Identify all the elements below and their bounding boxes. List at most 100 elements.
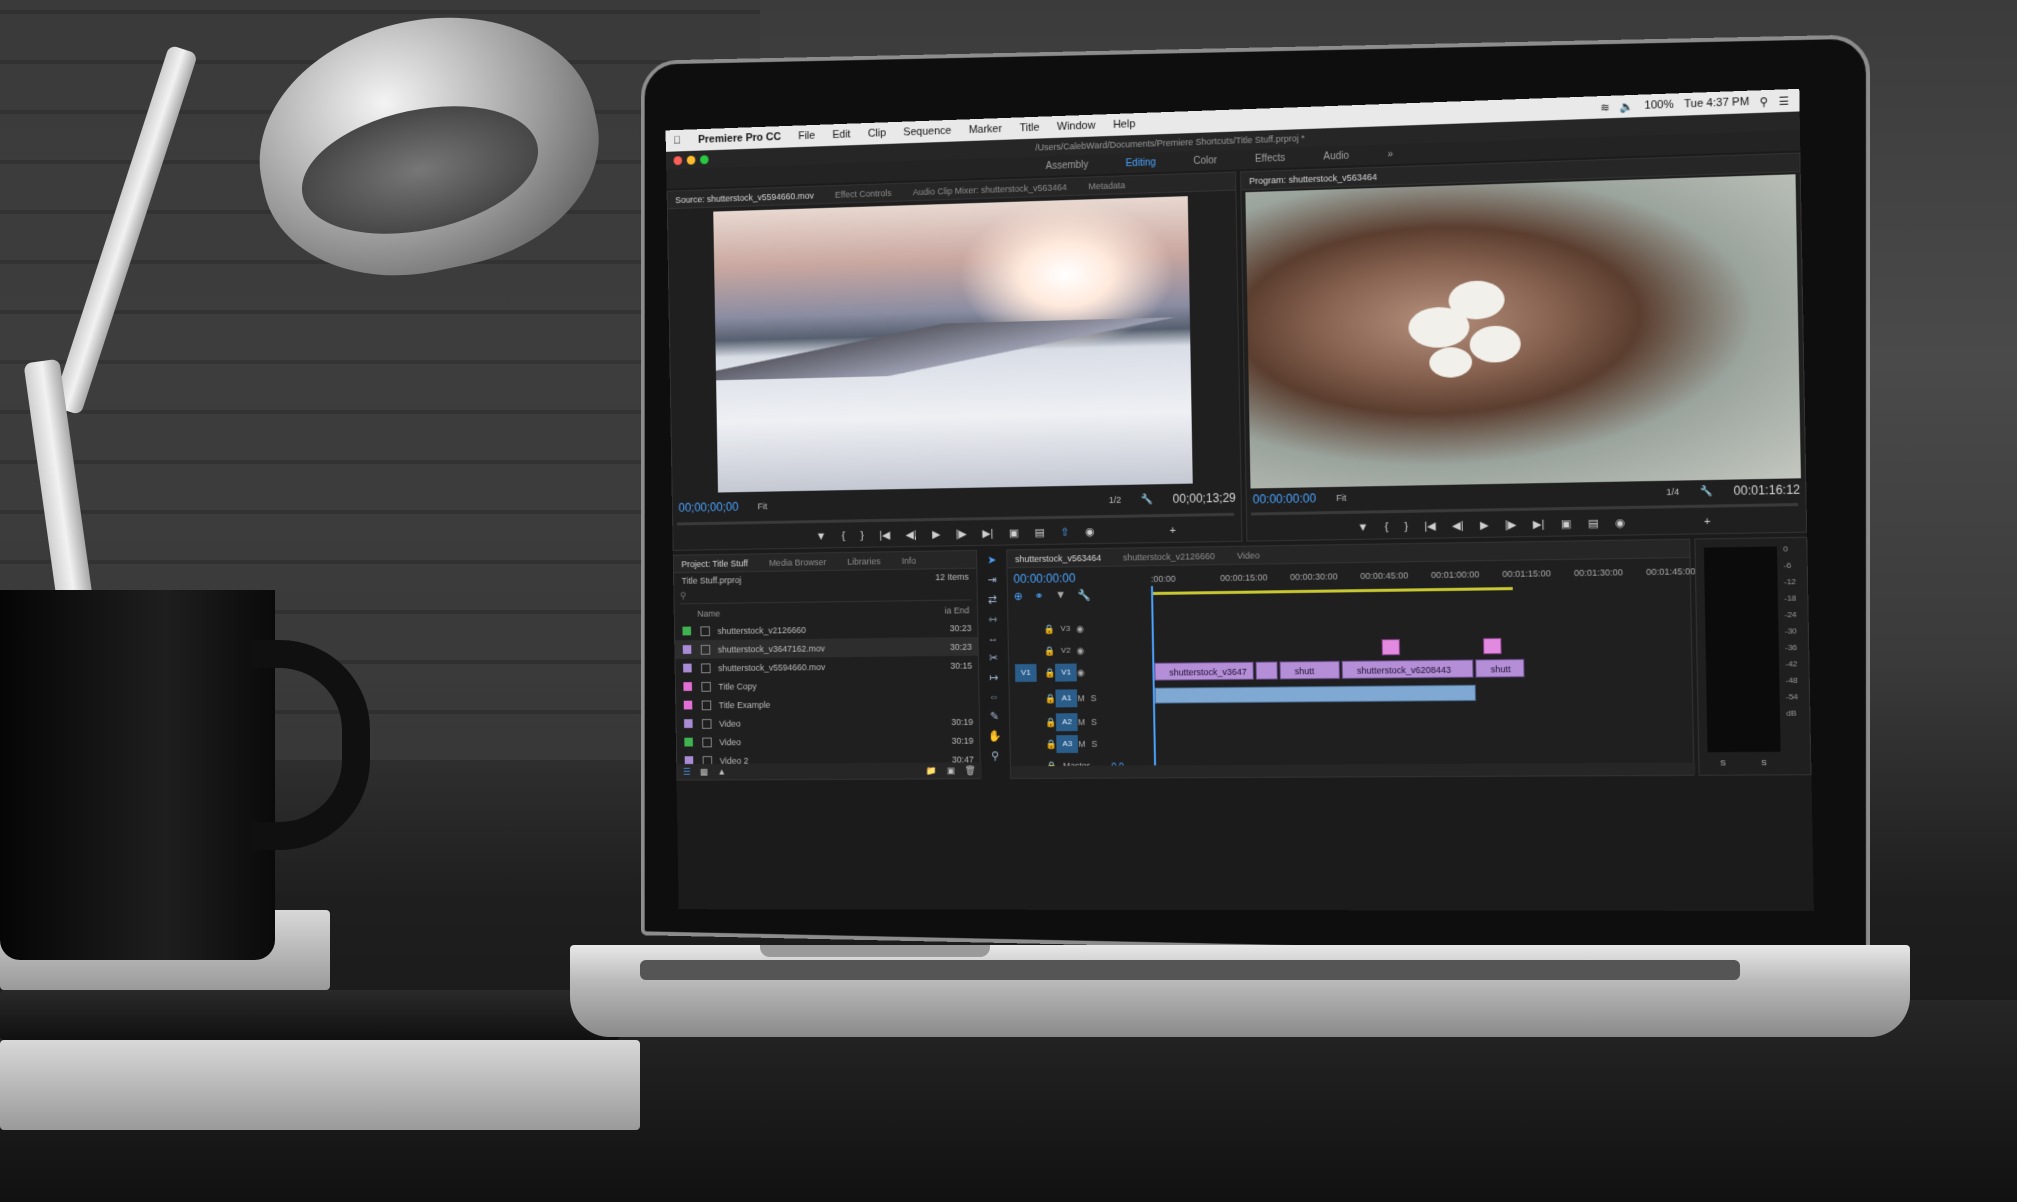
program-timecode[interactable]: 00:00:00:00: [1253, 491, 1317, 506]
program-marker-icon[interactable]: ▼: [1357, 521, 1368, 533]
source-patch-v1[interactable]: V1: [1014, 663, 1037, 682]
program-wrench-icon[interactable]: 🔧: [1700, 486, 1713, 497]
column-name[interactable]: Name: [697, 609, 720, 619]
menu-edit[interactable]: Edit: [832, 129, 850, 141]
eye-icon[interactable]: ◉: [1076, 645, 1084, 656]
eye-icon[interactable]: ◉: [1077, 667, 1085, 678]
volume-icon[interactable]: 🔈: [1620, 99, 1634, 114]
play-icon[interactable]: ▶: [932, 528, 940, 541]
video-clip-5[interactable]: shutt: [1475, 658, 1525, 678]
program-mark-in-icon[interactable]: {: [1384, 521, 1388, 533]
track-label-v2[interactable]: V2: [1055, 642, 1077, 660]
tab-sequence-1[interactable]: shutterstock_v563464: [1015, 552, 1101, 563]
program-mark-out-icon[interactable]: }: [1404, 520, 1408, 532]
app-name[interactable]: Premiere Pro CC: [698, 131, 781, 146]
program-step-forward-icon[interactable]: |▶: [1505, 518, 1517, 531]
camera-icon[interactable]: ◉: [1085, 525, 1095, 538]
tab-sequence-2[interactable]: shutterstock_v2126660: [1123, 551, 1215, 562]
workspace-assembly[interactable]: Assembly: [1046, 159, 1089, 171]
new-bin-icon[interactable]: 📁: [926, 765, 937, 776]
lift-icon[interactable]: ▣: [1561, 517, 1572, 530]
timeline-settings-icon[interactable]: 🔧: [1078, 589, 1092, 602]
video-clip-2[interactable]: [1255, 661, 1278, 680]
column-end[interactable]: ia End: [944, 605, 969, 615]
program-go-to-out-icon[interactable]: ▶|: [1533, 518, 1545, 531]
rolling-edit-icon[interactable]: ⇿: [988, 613, 997, 626]
program-go-to-in-icon[interactable]: |◀: [1424, 519, 1436, 532]
program-step-back-icon[interactable]: ◀|: [1452, 519, 1464, 532]
eye-icon[interactable]: ◉: [1076, 623, 1084, 634]
extract-icon[interactable]: ▤: [1588, 517, 1599, 530]
program-camera-icon[interactable]: ◉: [1615, 516, 1625, 529]
video-clip-1[interactable]: shutterstock_v3647: [1154, 661, 1254, 681]
project-item[interactable]: Video 30:19: [677, 731, 980, 752]
track-label-a3[interactable]: A3: [1056, 735, 1079, 754]
project-item[interactable]: Title Example: [676, 693, 979, 714]
insert-icon[interactable]: ▣: [1009, 526, 1019, 539]
video-clip-4[interactable]: shutterstock_v6208443: [1341, 659, 1474, 679]
menu-help[interactable]: Help: [1113, 118, 1135, 131]
project-item[interactable]: Video 30:19: [676, 712, 979, 733]
workspace-effects[interactable]: Effects: [1255, 152, 1286, 164]
title-clip-1[interactable]: [1381, 639, 1401, 656]
menu-window[interactable]: Window: [1057, 120, 1096, 133]
selection-tool-icon[interactable]: ➤: [987, 554, 996, 567]
slip-icon[interactable]: ↦: [989, 671, 998, 684]
wifi-icon[interactable]: ≋: [1600, 100, 1610, 114]
tab-program[interactable]: Program: shutterstock_v563464: [1249, 171, 1377, 185]
program-resolution-select[interactable]: 1/4: [1666, 487, 1679, 497]
video-clip-3[interactable]: shutt: [1279, 660, 1340, 680]
icon-view-icon[interactable]: ▩: [700, 766, 708, 777]
source-fit-select[interactable]: Fit: [757, 501, 767, 511]
meter-solo-right[interactable]: S: [1761, 758, 1767, 767]
audio-clip-a1[interactable]: [1154, 684, 1476, 704]
tab-media-browser[interactable]: Media Browser: [769, 557, 826, 568]
menu-clip[interactable]: Clip: [868, 127, 886, 139]
menu-title[interactable]: Title: [1019, 122, 1039, 135]
add-marker-icon[interactable]: ▼: [1055, 589, 1066, 602]
close-button[interactable]: [673, 155, 683, 165]
linked-select-icon[interactable]: ⚭: [1034, 590, 1043, 603]
program-video-frame[interactable]: [1245, 174, 1801, 489]
zoom-slider-icon[interactable]: ▲: [718, 767, 727, 777]
solo-icon[interactable]: S: [1091, 739, 1097, 749]
list-view-icon[interactable]: ☰: [683, 766, 691, 777]
workspace-color[interactable]: Color: [1193, 155, 1217, 167]
lock-icon[interactable]: 🔒: [1044, 645, 1055, 656]
lock-icon[interactable]: 🔒: [1044, 624, 1055, 635]
lock-icon[interactable]: 🔒: [1046, 739, 1057, 750]
track-label-v1[interactable]: V1: [1055, 663, 1078, 682]
program-fit-select[interactable]: Fit: [1336, 493, 1346, 503]
time-ruler[interactable]: :00:00 00:00:15:00 00:00:30:00 00:00:45:00 0…: [1151, 566, 1719, 584]
trash-icon[interactable]: 🗑: [965, 765, 982, 776]
notification-icon[interactable]: ☰: [1778, 94, 1789, 108]
minimize-button[interactable]: [686, 155, 696, 165]
solo-icon[interactable]: S: [1091, 717, 1097, 727]
label-color-swatch[interactable]: [682, 626, 692, 636]
wrench-icon[interactable]: 🔧: [1141, 494, 1153, 505]
track-label-v3[interactable]: V3: [1054, 620, 1076, 638]
workspace-overflow[interactable]: »: [1387, 149, 1393, 160]
label-color-swatch[interactable]: [684, 719, 693, 728]
tab-libraries[interactable]: Libraries: [847, 556, 880, 566]
step-forward-icon[interactable]: |▶: [956, 527, 967, 540]
workspace-editing[interactable]: Editing: [1125, 157, 1155, 169]
program-play-icon[interactable]: ▶: [1480, 519, 1489, 532]
step-back-icon[interactable]: ◀|: [906, 528, 917, 541]
razor-icon[interactable]: ✂: [989, 651, 998, 664]
label-color-swatch[interactable]: [684, 737, 693, 747]
go-to-out-icon[interactable]: ▶|: [982, 527, 993, 540]
tab-project[interactable]: Project: Title Stuff: [681, 558, 748, 569]
label-color-swatch[interactable]: [683, 682, 693, 691]
lock-icon[interactable]: 🔒: [1045, 717, 1056, 728]
apple-icon[interactable]: : [673, 135, 681, 147]
export-icon[interactable]: ⇧: [1060, 526, 1069, 539]
work-area-bar[interactable]: [1151, 587, 1513, 595]
menu-file[interactable]: File: [798, 130, 815, 142]
add-button-icon[interactable]: +: [1169, 524, 1176, 536]
source-video-frame[interactable]: [713, 196, 1193, 493]
tab-sequence-video[interactable]: Video: [1237, 550, 1260, 560]
tab-source[interactable]: Source: shutterstock_v5594660.mov: [675, 190, 814, 204]
tab-audio-clip-mixer[interactable]: Audio Clip Mixer: shutterstock_v563464: [913, 182, 1067, 197]
mute-icon[interactable]: M: [1077, 693, 1085, 703]
